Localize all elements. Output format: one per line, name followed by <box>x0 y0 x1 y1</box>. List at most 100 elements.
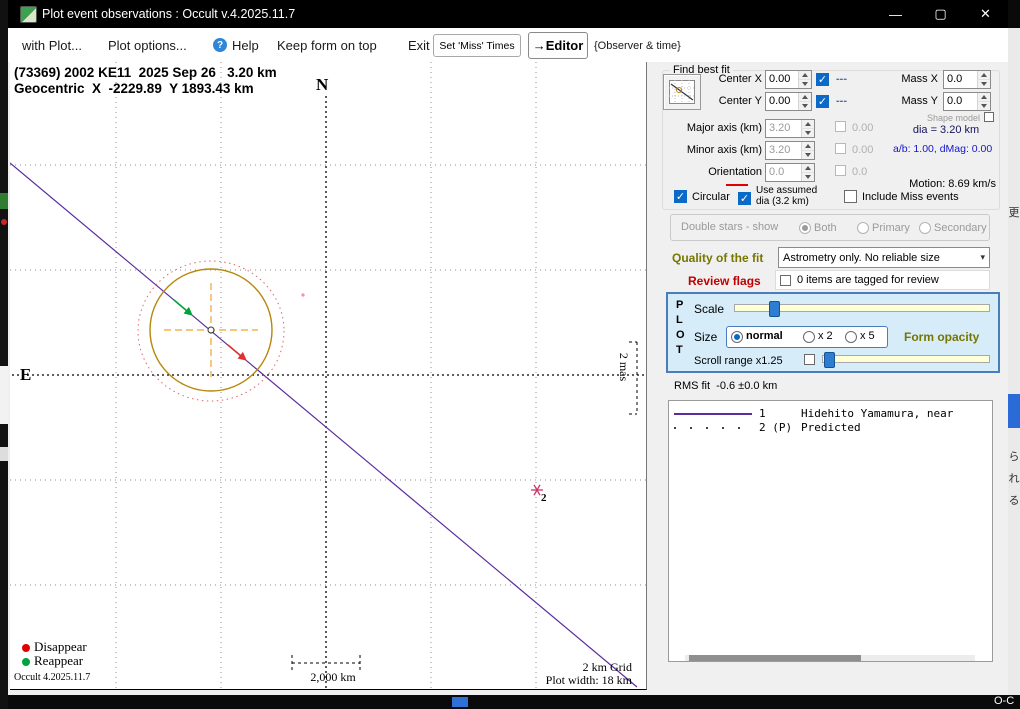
form-opacity-label[interactable]: Form opacity <box>904 330 979 344</box>
set-miss-times-label: Set 'Miss' Times <box>439 40 514 52</box>
plot-letter-l: L <box>676 314 683 326</box>
scale-slider-thumb[interactable] <box>769 301 780 317</box>
window-fragment <box>1 219 7 225</box>
shape-model-checkbox[interactable] <box>984 112 994 122</box>
maximize-button[interactable]: ▢ <box>918 0 963 28</box>
double-stars-both-label: Both <box>814 222 837 234</box>
chevron-down-icon: ▾ <box>980 252 985 263</box>
window-content: (73369) 2002 KE11 2025 Sep 26 3.20 km Ge… <box>8 62 1008 695</box>
main-window: Plot event observations : Occult v.4.202… <box>8 0 1008 695</box>
minor-axis-spinner: 3.20 <box>765 141 815 160</box>
orientation-spinner: 0.0 <box>765 163 815 182</box>
window-title: Plot event observations : Occult v.4.202… <box>42 7 295 21</box>
observer-2-number[interactable]: 2 (P) <box>759 421 792 434</box>
spin-up-icon[interactable] <box>799 93 811 102</box>
scroll-range-checkbox[interactable] <box>804 354 815 365</box>
control-panel: Find best fit Center X 0.00 <box>658 62 1006 695</box>
scroll-slider-thumb[interactable] <box>824 352 835 368</box>
mass-x-value[interactable]: 0.0 <box>944 71 977 88</box>
menu-keep-on-top[interactable]: Keep form on top <box>277 38 377 53</box>
spin-up-icon[interactable] <box>799 71 811 80</box>
observer-2-name[interactable]: Predicted <box>801 421 861 434</box>
circular-checkbox[interactable] <box>674 190 687 203</box>
mass-y-spinner[interactable]: 0.0 <box>943 92 991 111</box>
observer-2-line-sample <box>674 427 752 429</box>
spin-down-icon <box>802 129 814 137</box>
quality-combobox[interactable]: Astrometry only. No reliable size ▾ <box>778 247 990 268</box>
scrollbar-thumb[interactable] <box>689 655 861 661</box>
editor-button[interactable]: →Editor <box>528 32 588 59</box>
spin-down-icon <box>802 151 814 159</box>
title-bar[interactable]: Plot event observations : Occult v.4.202… <box>8 0 1008 28</box>
ab-dmag-label: a/b: 1.00, dMag: 0.00 <box>893 143 992 155</box>
spin-down-icon[interactable] <box>978 80 990 88</box>
scroll-slider[interactable] <box>822 355 990 363</box>
spin-up-icon[interactable] <box>978 93 990 102</box>
center-y-spinner[interactable]: 0.00 <box>765 92 812 111</box>
mass-y-value[interactable]: 0.0 <box>944 93 977 110</box>
include-miss-checkbox[interactable] <box>844 190 857 203</box>
spin-down-icon[interactable] <box>799 102 811 110</box>
mass-x-spinner[interactable]: 0.0 <box>943 70 991 89</box>
double-stars-both-radio <box>799 222 811 234</box>
legend-reappear: Reappear <box>34 653 83 669</box>
include-miss-label: Include Miss events <box>862 191 959 203</box>
plot-title-line1: (73369) 2002 KE11 2025 Sep 26 3.20 km <box>14 65 277 80</box>
size-label: Size <box>694 330 717 344</box>
review-flags-box: 0 items are tagged for review <box>775 270 990 290</box>
editor-label: →Editor <box>533 38 584 53</box>
quality-label: Quality of the fit <box>672 251 763 265</box>
observer-list[interactable]: 1 Hidehito Yamamura, near 2 (P) Predicte… <box>668 400 993 662</box>
double-stars-secondary-label: Secondary <box>934 222 987 234</box>
scale-slider[interactable] <box>734 304 990 312</box>
orientation-aux-checkbox <box>835 165 846 176</box>
menu-help[interactable]: Help <box>232 38 259 53</box>
review-flags-checkbox[interactable] <box>780 275 791 286</box>
menu-plot-options[interactable]: Plot options... <box>108 38 187 53</box>
mass-y-label: Mass Y <box>886 95 938 107</box>
double-stars-primary-label: Primary <box>872 222 910 234</box>
review-flags-label: Review flags <box>688 274 761 288</box>
fit-plot-icon <box>669 80 695 104</box>
screen: Plot event observations : Occult v.4.202… <box>0 0 1020 709</box>
spin-down-icon[interactable] <box>978 102 990 110</box>
observer-1-name[interactable]: Hidehito Yamamura, near <box>801 407 953 420</box>
app-icon <box>20 6 37 23</box>
close-button[interactable]: ✕ <box>963 0 1008 28</box>
major-axis-aux-checkbox <box>835 121 846 132</box>
center-y-value[interactable]: 0.00 <box>766 93 798 110</box>
major-axis-spinner: 3.20 <box>765 119 815 138</box>
center-y-label: Center Y <box>694 95 762 107</box>
orientation-value: 0.0 <box>766 164 801 181</box>
motion-label: Motion: 8.69 km/s <box>906 178 996 190</box>
minimize-button[interactable]: — <box>873 0 918 28</box>
spin-down-icon[interactable] <box>799 80 811 88</box>
center-x-checkbox[interactable] <box>816 73 829 86</box>
minor-axis-label: Minor axis (km) <box>676 144 762 156</box>
background-text: 更 <box>1008 204 1020 220</box>
center-x-value[interactable]: 0.00 <box>766 71 798 88</box>
list-horizontal-scrollbar[interactable] <box>685 655 975 661</box>
observer-time-label[interactable]: {Observer & time} <box>594 40 681 52</box>
size-x5-label: x 5 <box>860 330 875 342</box>
use-assumed-label-1: Use assumed <box>756 185 817 196</box>
spin-up-icon <box>802 120 814 129</box>
window-fragment <box>1008 394 1020 428</box>
menu-with-plot[interactable]: with Plot... <box>22 38 82 53</box>
size-x2-radio[interactable] <box>803 331 815 343</box>
maximize-icon: ▢ <box>934 6 946 22</box>
menu-exit[interactable]: Exit <box>408 38 430 53</box>
background-text: れ <box>1008 470 1020 486</box>
spin-up-icon[interactable] <box>978 71 990 80</box>
observer-1-number[interactable]: 1 <box>759 407 766 420</box>
set-miss-times-button[interactable]: Set 'Miss' Times <box>433 34 521 57</box>
plot-canvas[interactable]: (73369) 2002 KE11 2025 Sep 26 3.20 km Ge… <box>10 62 647 690</box>
use-assumed-checkbox[interactable] <box>738 192 751 205</box>
use-assumed-label-2: dia (3.2 km) <box>756 196 809 207</box>
center-x-spinner[interactable]: 0.00 <box>765 70 812 89</box>
size-x5-radio[interactable] <box>845 331 857 343</box>
background-text: ら <box>1008 448 1020 464</box>
size-normal-radio[interactable] <box>731 331 743 343</box>
center-y-checkbox[interactable] <box>816 95 829 108</box>
help-icon[interactable]: ? <box>213 38 227 52</box>
